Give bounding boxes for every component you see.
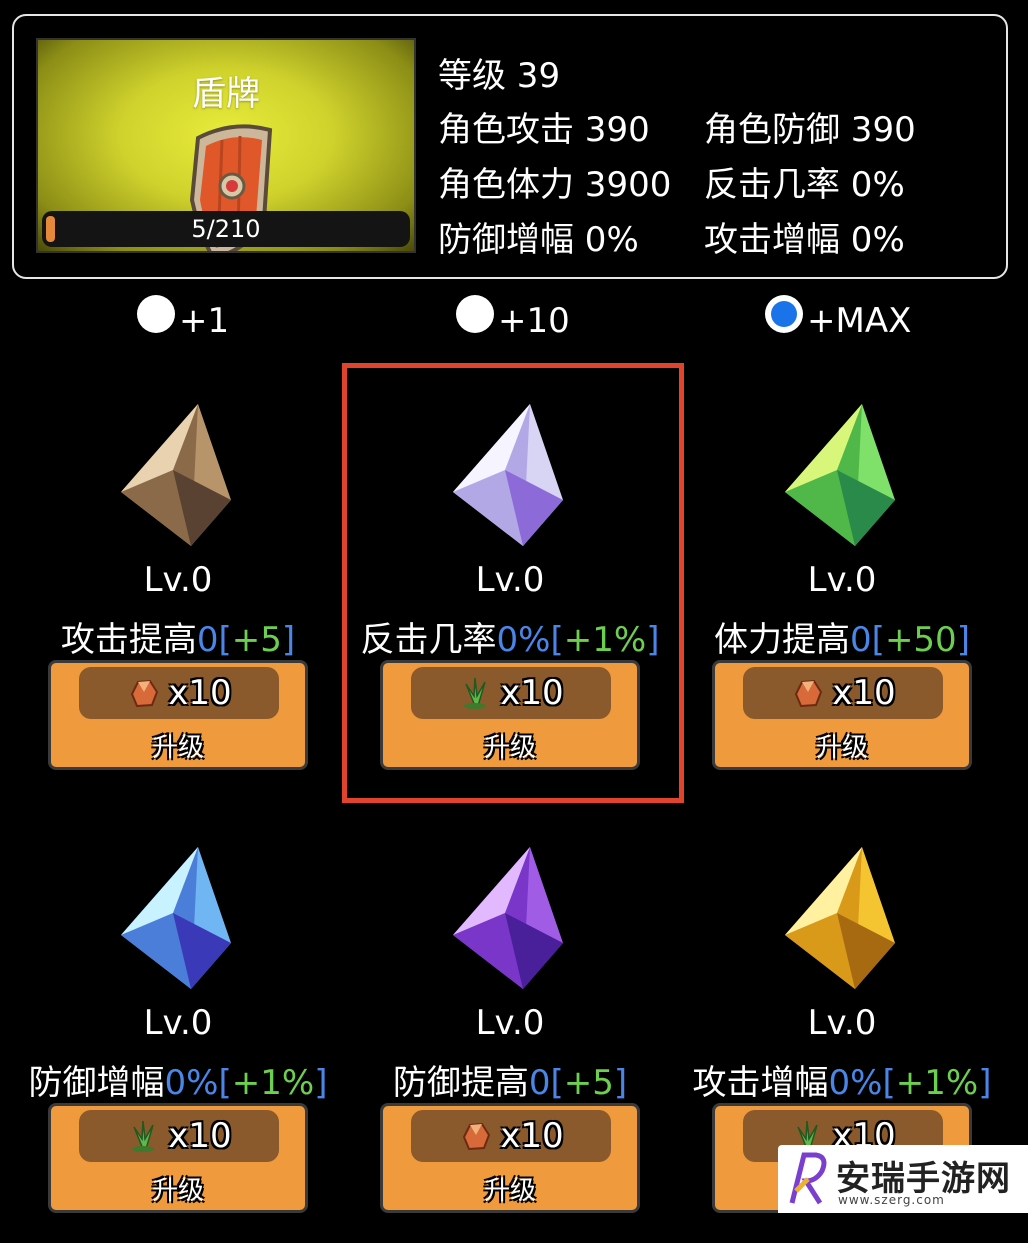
upgrade-increment: +5 [563, 1063, 614, 1103]
upgrade-description: 攻击提高0[+5] [60, 620, 296, 660]
upgrade-current-value: 0 [196, 620, 219, 660]
radio-plus-10[interactable]: +10 [456, 292, 570, 341]
upgrade-level: Lv.0 [143, 560, 213, 600]
progress-text: 5/210 [191, 215, 261, 243]
stat-level: 等级 39 [438, 56, 561, 96]
upgrade-level: Lv.0 [143, 1003, 213, 1043]
brown-crystal-icon [121, 404, 231, 546]
upgrade-button-label: 升级 [815, 733, 868, 763]
stat-attack-boost: 攻击增幅 0% [704, 220, 905, 260]
upgrade-increment: +5 [231, 620, 282, 660]
upgrade-current-value: 0% [164, 1063, 219, 1103]
upgrade-description: 防御提高0[+5] [392, 1063, 628, 1103]
blue-crystal-icon [121, 847, 231, 989]
upgrade-level: Lv.0 [807, 560, 877, 600]
watermark: 安瑞手游网 www.szerg.com [778, 1145, 1028, 1213]
stat-stamina: 角色体力 3900 [438, 165, 672, 205]
upgrade-current-value: 0% [828, 1063, 883, 1103]
upgrade-name: 体力提高 [714, 620, 851, 660]
upgrade-current-value: 0 [850, 620, 872, 660]
progress-bar: 5/210 [42, 211, 410, 247]
upgrade-description: 攻击增幅0%[+1%] [692, 1063, 992, 1103]
radio-label: +MAX [807, 301, 912, 341]
upgrade-description: 防御增幅0%[+1%] [28, 1063, 328, 1103]
upgrade-card-stamina: Lv.0 体力提高0[+50] x10 升级 [712, 400, 1012, 800]
upgrade-cost: x10 [79, 667, 279, 719]
watermark-url: www.szerg.com [838, 1193, 945, 1207]
cost-amount: x10 [832, 673, 896, 713]
radio-plus-max[interactable]: +MAX [765, 292, 911, 341]
stat-attack: 角色攻击 390 [438, 110, 650, 150]
upgrade-description: 体力提高0[+50] [714, 620, 970, 660]
upgrade-button[interactable]: x10 升级 [712, 660, 972, 770]
upgrade-button-label: 升级 [151, 733, 204, 763]
highlight-box [342, 363, 684, 803]
ore-icon [463, 1122, 491, 1151]
ore-icon [131, 679, 159, 708]
stat-defense-boost: 防御增幅 0% [438, 220, 639, 260]
upgrade-card-defense: Lv.0 防御提高0[+5] x10 升级 [380, 843, 680, 1243]
upgrade-card-attack: Lv.0 攻击提高0[+5] x10 升级 [48, 400, 348, 800]
upgrade-button[interactable]: x10 升级 [380, 1103, 640, 1213]
stat-defense: 角色防御 390 [704, 110, 916, 150]
equipment-name: 盾牌 [192, 74, 260, 114]
upgrade-current-value: 0 [528, 1063, 551, 1103]
cost-amount: x10 [168, 673, 232, 713]
equipment-info-panel: 盾牌 5/210 等级 39 角色攻击 390 角色防御 390 角色体力 39… [12, 14, 1008, 279]
upgrade-card-defense-boost: Lv.0 防御增幅0%[+1%] x10 升级 [29, 843, 348, 1243]
upgrade-increment: +1% [231, 1063, 315, 1103]
upgrade-level: Lv.0 [475, 1003, 545, 1043]
site-logo-icon [789, 1152, 827, 1205]
yellow-crystal-icon [785, 847, 895, 989]
upgrade-button[interactable]: x10 升级 [48, 660, 308, 770]
upgrade-cost: x10 [743, 667, 943, 719]
purple-crystal-icon [453, 847, 563, 989]
upgrade-name: 防御增幅 [28, 1063, 165, 1103]
radio-label: +10 [498, 301, 570, 341]
upgrade-increment: +1% [895, 1063, 979, 1103]
radio-circle[interactable] [137, 295, 175, 333]
cost-amount: x10 [168, 1116, 232, 1156]
upgrade-name: 攻击增幅 [692, 1063, 829, 1103]
upgrade-button-label: 升级 [151, 1176, 204, 1206]
radio-label: +1 [179, 301, 230, 341]
radio-plus-1[interactable]: +1 [137, 292, 229, 341]
stat-counter-chance: 反击几率 0% [704, 165, 905, 205]
radio-circle-selected[interactable] [765, 295, 803, 333]
upgrade-increment: +50 [884, 620, 957, 660]
radio-circle[interactable] [456, 295, 494, 333]
upgrade-button-label: 升级 [483, 1176, 536, 1206]
upgrade-cost: x10 [79, 1110, 279, 1162]
upgrade-button[interactable]: x10 升级 [48, 1103, 308, 1213]
upgrade-name: 防御提高 [392, 1063, 529, 1103]
green-crystal-icon [785, 404, 895, 546]
herb-icon [132, 1120, 155, 1152]
cost-amount: x10 [500, 1116, 564, 1156]
equipment-card[interactable]: 盾牌 5/210 [36, 38, 416, 253]
upgrade-cost: x10 [411, 1110, 611, 1162]
upgrade-name: 攻击提高 [60, 620, 197, 660]
ore-icon [795, 679, 823, 708]
upgrade-level: Lv.0 [807, 1003, 877, 1043]
